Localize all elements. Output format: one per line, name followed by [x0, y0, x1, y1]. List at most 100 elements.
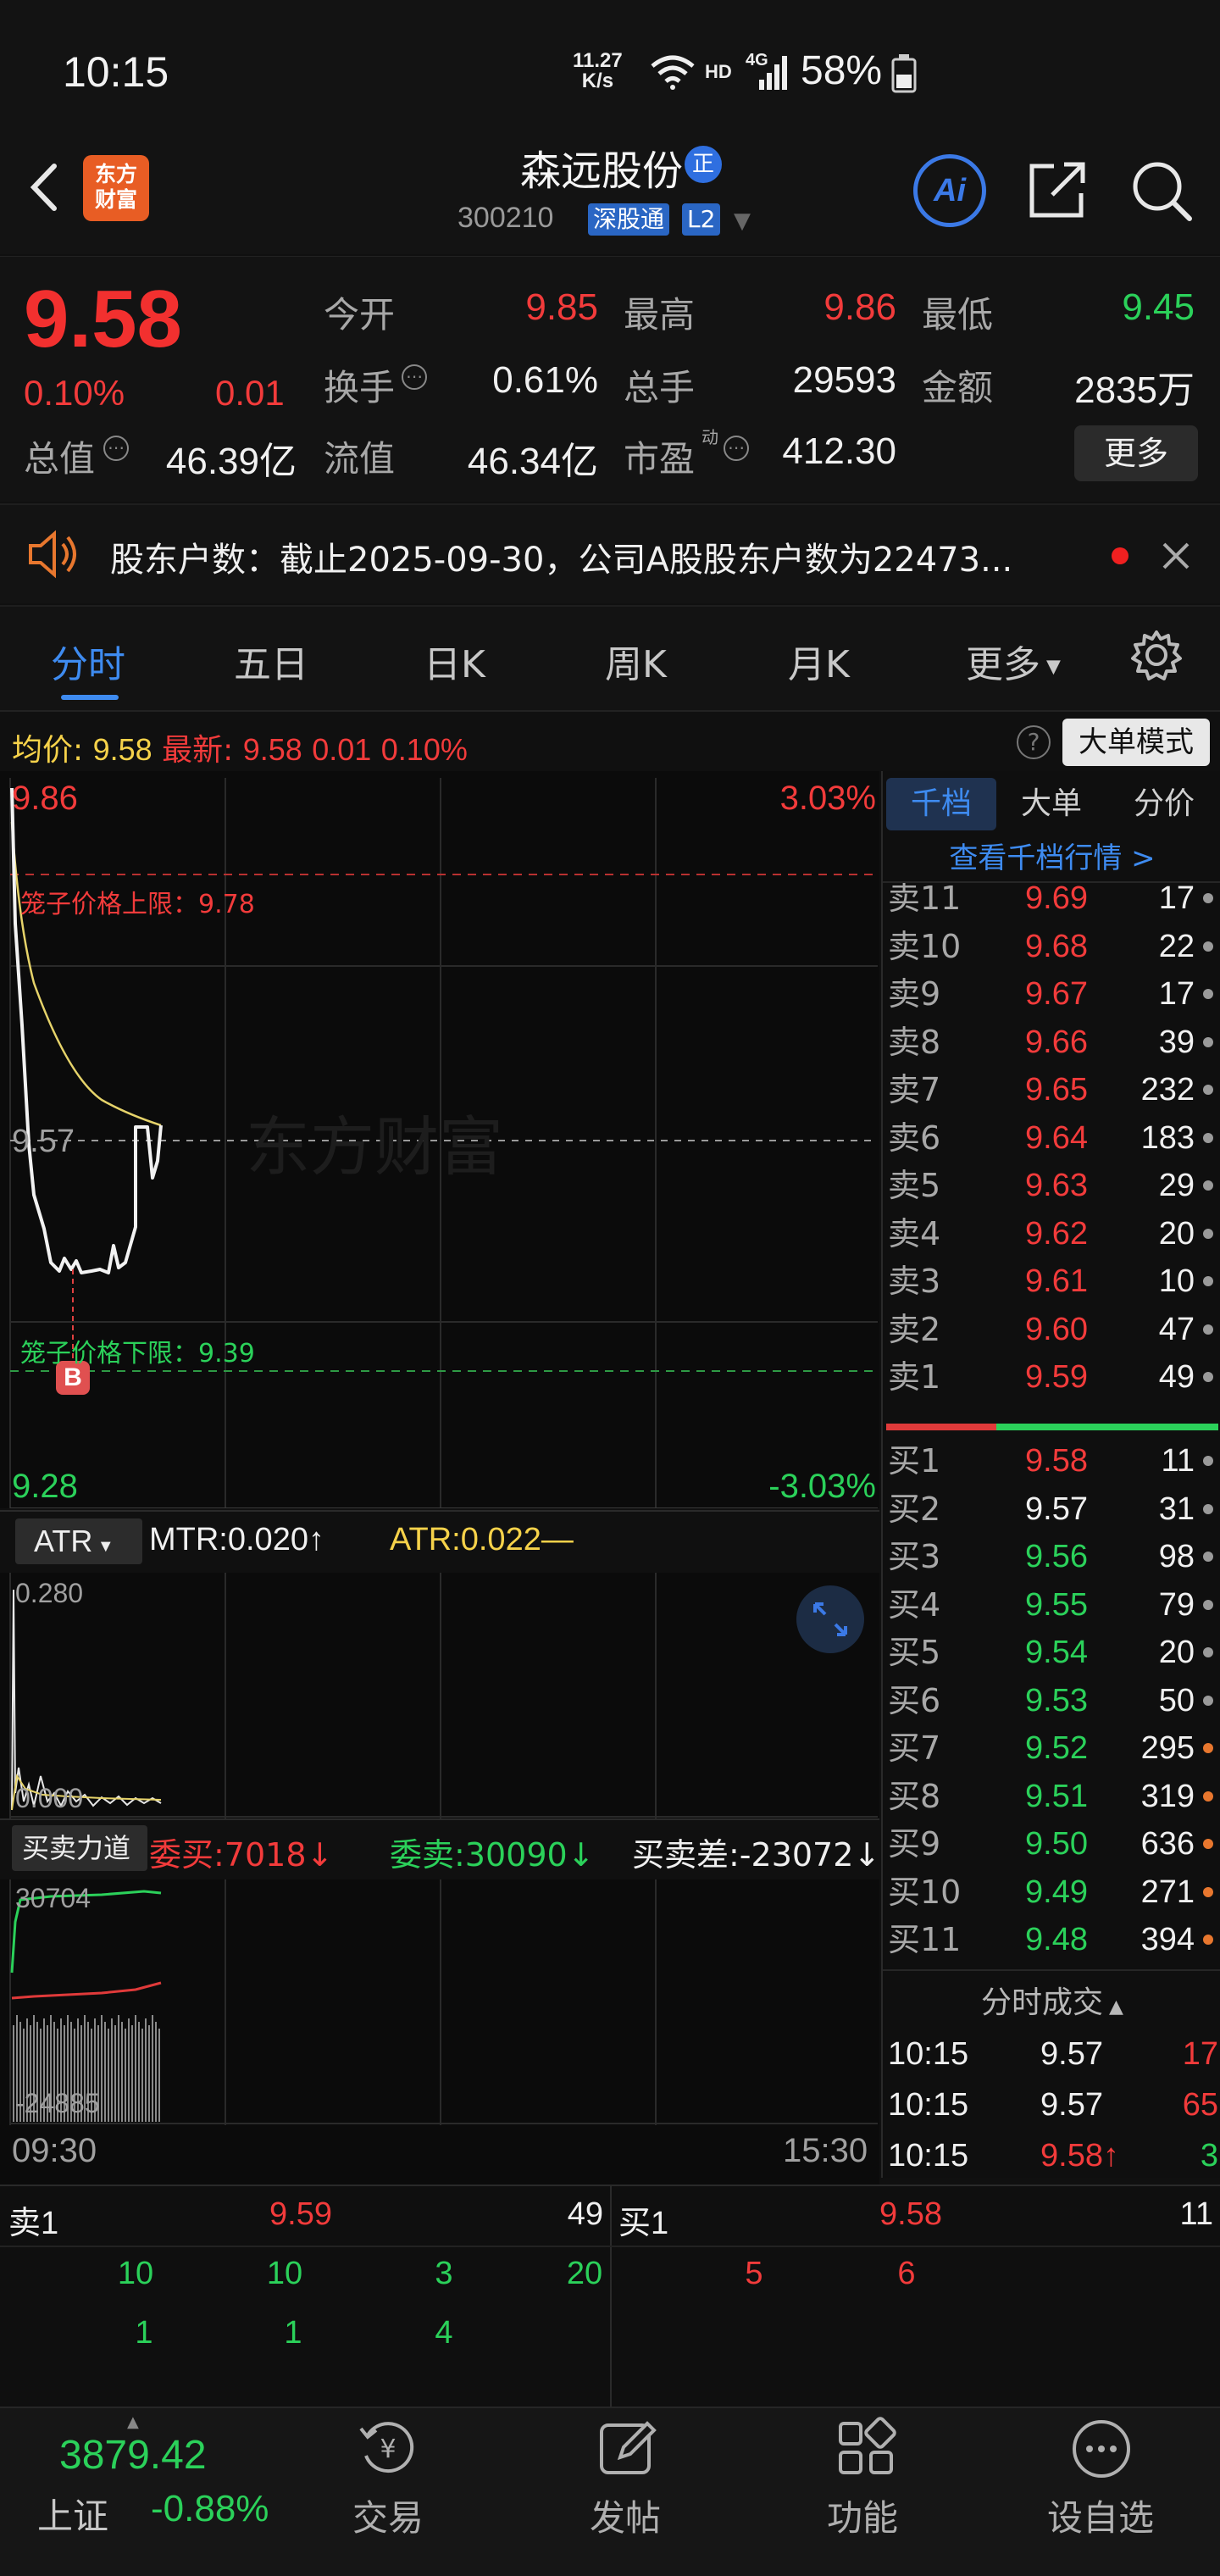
ask-level-row[interactable]: 卖11 9.69 17: [883, 883, 1220, 922]
force-chart[interactable]: [0, 1879, 879, 2125]
bid-level-row[interactable]: 买7 9.52 295: [883, 1724, 1220, 1772]
tab-five-day[interactable]: 五日: [234, 634, 308, 688]
ask-level-price: 9.65: [1025, 1072, 1088, 1108]
index-value[interactable]: 3879.42: [59, 2432, 207, 2479]
tab-daily-k[interactable]: 日K: [424, 634, 485, 688]
upper-limit-label: 笼子价格上限：9.78: [20, 890, 255, 919]
force-top-label: 30704: [15, 1883, 91, 1913]
l1-sell-price: 9.59: [269, 2196, 332, 2232]
functions-icon[interactable]: [835, 2417, 900, 2481]
force-selector[interactable]: 买卖力道 ▼: [12, 1825, 147, 1911]
bid-level-row[interactable]: 买10 9.49 271: [883, 1868, 1220, 1916]
wifi-icon: [651, 55, 695, 90]
view-levels-link[interactable]: 查看千档行情 >: [883, 837, 1220, 880]
tab-intraday[interactable]: 分时: [51, 634, 125, 688]
order-dot: [1203, 1886, 1213, 1897]
bid-level-row[interactable]: 买5 9.54 20: [883, 1629, 1220, 1676]
ask-level-price: 9.68: [1025, 928, 1088, 964]
trade-row: 10:15 9.57 17: [883, 2029, 1220, 2079]
app-logo[interactable]: 东方财富: [83, 155, 149, 221]
ask-level-label: 卖2: [888, 1310, 941, 1348]
nav-add-watchlist[interactable]: 设自选: [1047, 2490, 1154, 2541]
ask-level-row[interactable]: 卖8 9.66 39: [883, 1019, 1220, 1066]
ask-level-row[interactable]: 卖6 9.64 183: [883, 1114, 1220, 1162]
app-logo-text: 东方财富: [94, 162, 137, 212]
expand-icon[interactable]: [796, 1585, 864, 1652]
tab-monthly-k[interactable]: 月K: [788, 634, 850, 688]
ask-level-row[interactable]: 卖7 9.65 232: [883, 1066, 1220, 1113]
latest-percent: 0.10%: [380, 732, 468, 767]
tab-big-orders[interactable]: 大单: [1005, 778, 1098, 830]
ask-level-price: 9.69: [1025, 883, 1088, 916]
sell-orders-text: 委卖:30090: [390, 1836, 568, 1874]
trade-volume: 65: [1182, 2087, 1218, 2123]
index-percent[interactable]: -0.88%: [151, 2488, 269, 2530]
atr-selector[interactable]: ATR ▼: [15, 1518, 142, 1564]
back-arrow-icon[interactable]: [19, 158, 69, 217]
svg-text:¥: ¥: [380, 2434, 396, 2464]
atr-chart[interactable]: [0, 1573, 879, 1818]
notice-text[interactable]: 股东户数：截止2025-09-30，公司A股股东户数为22473...: [110, 532, 1012, 581]
ask-level-row[interactable]: 卖3 9.61 10: [883, 1257, 1220, 1305]
ask-level-label: 卖3: [888, 1263, 941, 1300]
bid-level-row[interactable]: 买9 9.50 636: [883, 1820, 1220, 1868]
ask-level-price: 9.60: [1025, 1311, 1088, 1347]
bid-level-row[interactable]: 买1 9.58 11: [883, 1437, 1220, 1485]
tab-price-distribution[interactable]: 分价: [1110, 778, 1218, 830]
ai-assistant-button[interactable]: Ai: [913, 154, 986, 227]
atr-top-label: 0.280: [15, 1578, 84, 1608]
ask-level-row[interactable]: 卖10 9.68 22: [883, 923, 1220, 970]
ask-level-row[interactable]: 卖5 9.63 29: [883, 1162, 1220, 1209]
more-button[interactable]: 更多: [1074, 425, 1198, 481]
bid-level-row[interactable]: 买4 9.55 79: [883, 1581, 1220, 1629]
ask-level-row[interactable]: 卖4 9.62 20: [883, 1210, 1220, 1257]
info-icon[interactable]: ⋯: [103, 436, 129, 461]
last-price: 9.58: [24, 274, 182, 364]
tab-more[interactable]: 更多 ▼: [966, 634, 1061, 688]
search-icon[interactable]: [1127, 156, 1195, 224]
order-book-panel: 千档 大单 分价 查看千档行情 > 卖11 9.69 17 卖10 9.68 22 卖9 9.…: [881, 771, 1220, 2178]
intraday-chart[interactable]: 东方财富: [0, 771, 879, 1508]
order-dot: [1203, 893, 1213, 903]
net-speed-value: 11.27: [573, 49, 623, 72]
chart-watermark: 东方财富: [246, 1109, 503, 1185]
caret-down-icon[interactable]: ▼: [734, 208, 751, 234]
big-order-mode-button[interactable]: 大单模式: [1062, 719, 1210, 766]
bid-level-row[interactable]: 买3 9.56 98: [883, 1533, 1220, 1580]
ask-level-row[interactable]: 卖9 9.67 17: [883, 970, 1220, 1018]
trades-title[interactable]: 分时成交 ▲: [883, 1978, 1220, 2022]
close-icon[interactable]: [1159, 539, 1193, 573]
info-icon[interactable]: ⋯: [402, 364, 427, 390]
info-icon[interactable]: ⋯: [724, 436, 749, 461]
nav-functions[interactable]: 功能: [827, 2490, 898, 2541]
l1-buy-volume: 11: [1179, 2196, 1213, 2232]
nav-trade[interactable]: 交易: [352, 2490, 424, 2541]
tab-thousand-levels[interactable]: 千档: [886, 778, 996, 830]
order-dot: [1203, 1647, 1213, 1657]
divider: [883, 1969, 1220, 1971]
bid-level-volume: 20: [1158, 1635, 1195, 1670]
time-end: 15:30: [783, 2132, 868, 2169]
bid-level-price: 9.53: [1025, 1682, 1088, 1718]
bid-levels: 买1 9.58 11 买2 9.57 31 买3 9.56 98 买4 9.55 79 买5 9.54 20…: [883, 1437, 1220, 1966]
tab-weekly-k[interactable]: 周K: [605, 634, 667, 688]
stock-code[interactable]: 300210: [458, 202, 553, 235]
help-icon[interactable]: ?: [1017, 725, 1051, 759]
share-icon[interactable]: [1023, 156, 1091, 224]
nav-post[interactable]: 发帖: [590, 2490, 661, 2541]
ask-level-label: 卖1: [888, 1358, 941, 1396]
bid-level-row[interactable]: 买2 9.57 31: [883, 1485, 1220, 1533]
post-icon[interactable]: [596, 2417, 661, 2481]
ask-level-row[interactable]: 卖1 9.59 49: [883, 1353, 1220, 1401]
bid-level-row[interactable]: 买11 9.48 394: [883, 1916, 1220, 1963]
add-watchlist-icon[interactable]: [1069, 2417, 1134, 2481]
bid-level-row[interactable]: 买6 9.53 50: [883, 1677, 1220, 1724]
ask-level-volume: 49: [1158, 1359, 1195, 1395]
index-name[interactable]: 上证: [37, 2488, 108, 2540]
buy-marker[interactable]: B: [56, 1361, 90, 1395]
ask-level-row[interactable]: 卖2 9.60 47: [883, 1306, 1220, 1353]
trade-icon[interactable]: ¥: [354, 2413, 422, 2481]
low-value: 9.45: [1122, 286, 1195, 328]
bid-level-row[interactable]: 买8 9.51 319: [883, 1773, 1220, 1820]
settings-gear-icon[interactable]: [1130, 629, 1183, 681]
